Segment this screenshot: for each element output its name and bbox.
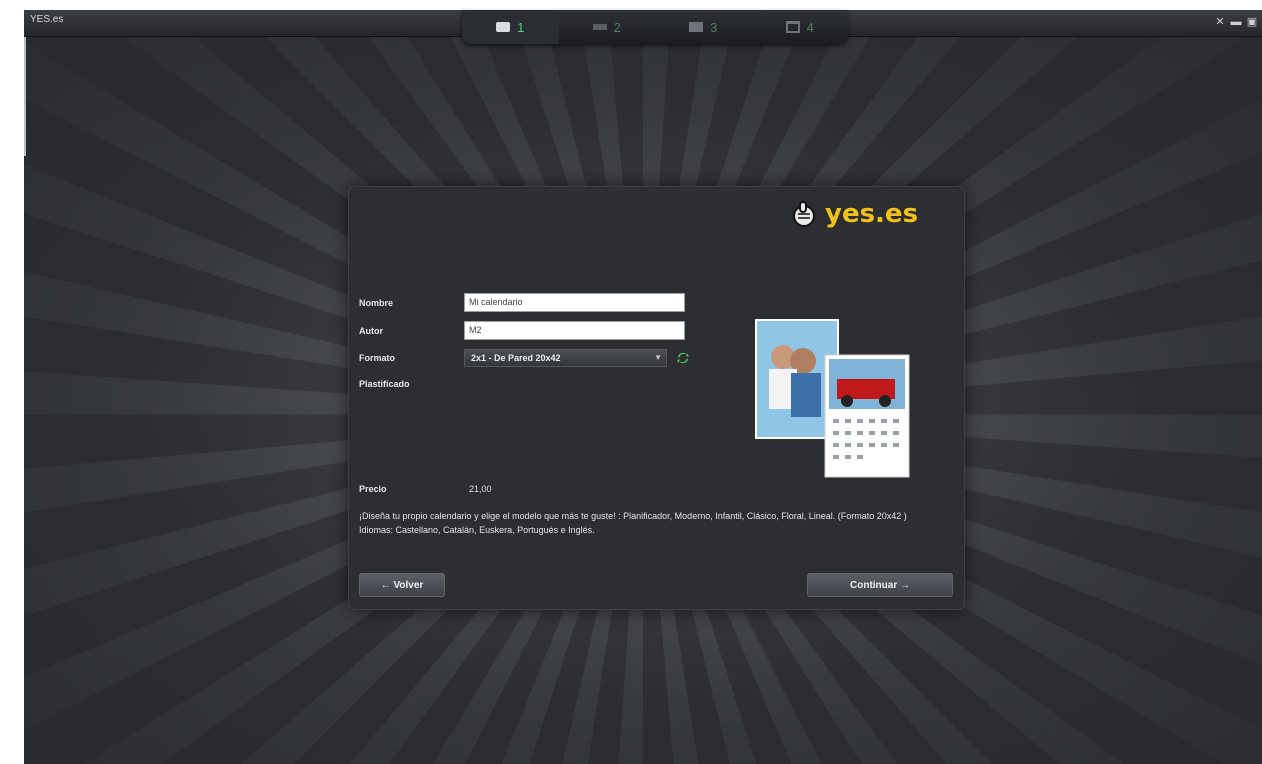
plastificado-label: Plastificado bbox=[359, 379, 410, 389]
left-edge-bar bbox=[24, 36, 26, 156]
step-number: 2 bbox=[613, 19, 621, 35]
description-line-2: Idiomas: Castellano, Catalán, Euskera, P… bbox=[359, 525, 595, 535]
chevron-down-icon: ▼ bbox=[654, 353, 662, 362]
step-tab-1[interactable]: 1 bbox=[462, 10, 559, 44]
nombre-label: Nombre bbox=[359, 298, 394, 308]
step-number: 1 bbox=[517, 19, 525, 35]
brand-logo-text: yes.es bbox=[825, 199, 919, 229]
precio-value: 21,00 bbox=[469, 484, 492, 494]
app-root: YES.es ✕ ▬ ▣ 1 2 3 4 yes.es Nombre Mi ca… bbox=[0, 0, 1262, 764]
formato-select[interactable]: 2x1 - De Pared 20x42 ▼ bbox=[464, 349, 667, 367]
formato-selected-value: 2x1 - De Pared 20x42 bbox=[471, 353, 561, 363]
thumbs-up-logo-icon bbox=[793, 201, 815, 227]
product-dialog: yes.es Nombre Mi calendario Autor M2 For… bbox=[348, 186, 965, 610]
step3-icon bbox=[689, 22, 704, 32]
step-tab-3[interactable]: 3 bbox=[655, 10, 752, 44]
autor-label: Autor bbox=[359, 326, 383, 336]
step2-icon bbox=[592, 24, 607, 30]
step-tab-2[interactable]: 2 bbox=[559, 10, 656, 44]
step-tab-4[interactable]: 4 bbox=[752, 10, 849, 44]
window-controls: ✕ ▬ ▣ bbox=[1214, 16, 1258, 28]
step-number: 3 bbox=[710, 19, 718, 35]
brand-logo: yes.es bbox=[791, 199, 918, 229]
refresh-icon[interactable] bbox=[676, 351, 690, 365]
step-number: 4 bbox=[806, 19, 814, 35]
step-tabs: 1 2 3 4 bbox=[462, 10, 848, 44]
cart-icon bbox=[785, 21, 800, 33]
app-title: YES.es bbox=[30, 14, 64, 25]
back-button[interactable]: ← Volver bbox=[359, 573, 445, 597]
description-line-1: ¡Diseña tu propio calendario y elige el … bbox=[359, 511, 907, 521]
book-icon bbox=[496, 22, 511, 32]
continue-button[interactable]: Continuar → bbox=[807, 573, 953, 597]
nombre-field[interactable]: Mi calendario bbox=[464, 293, 685, 312]
minimize-window-button[interactable]: ▬ bbox=[1230, 16, 1242, 28]
product-description: ¡Diseña tu propio calendario y elige el … bbox=[359, 509, 944, 537]
close-window-button[interactable]: ✕ bbox=[1214, 16, 1226, 28]
calendar-preview-image bbox=[755, 319, 910, 478]
formato-label: Formato bbox=[359, 353, 395, 363]
autor-field[interactable]: M2 bbox=[464, 321, 685, 340]
precio-label: Precio bbox=[359, 484, 387, 494]
maximize-window-button[interactable]: ▣ bbox=[1246, 16, 1258, 28]
